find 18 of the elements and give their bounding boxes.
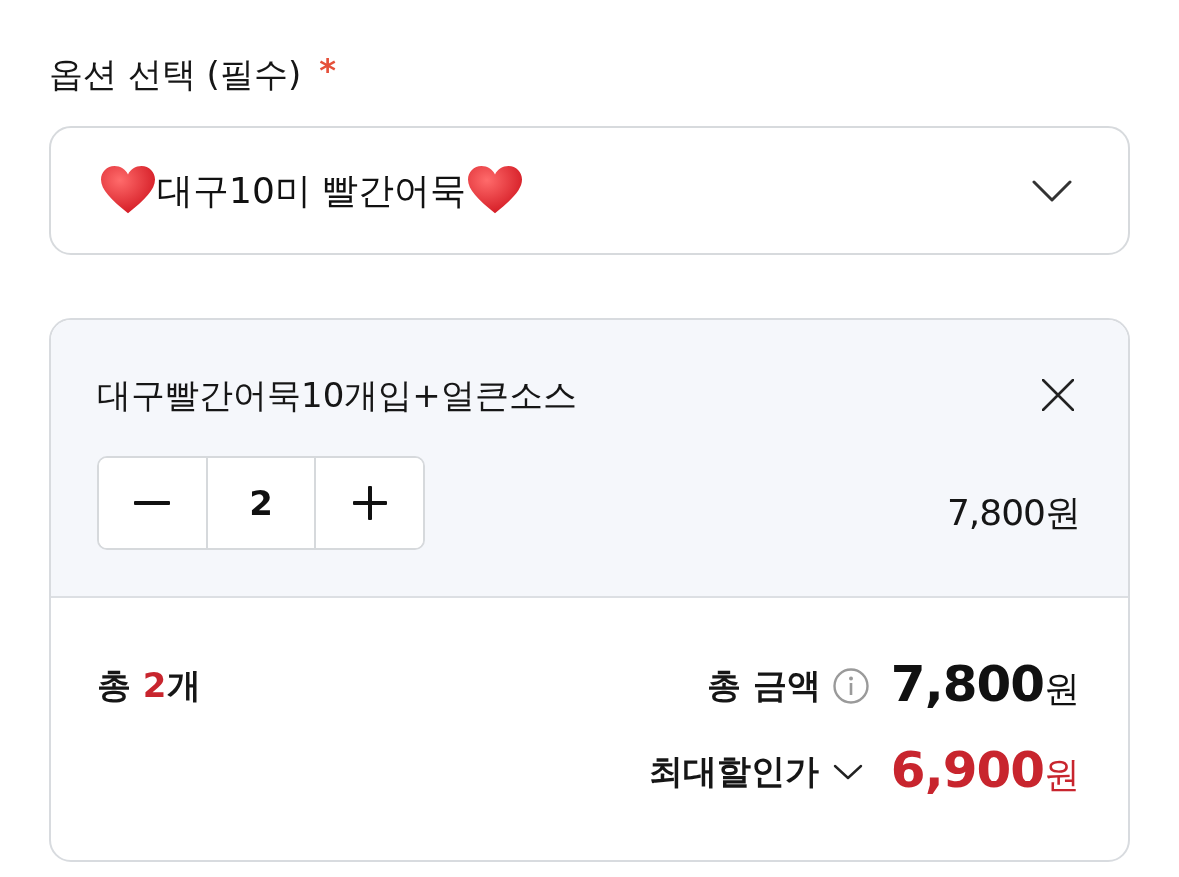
discount-toggle[interactable]: 최대할인가 [648, 749, 863, 795]
item-price: 7,800원 [946, 491, 1080, 535]
heart-icon [468, 166, 523, 215]
field-label: 옵션 선택 (필수) [49, 53, 302, 96]
selected-option-text: 대구10미 빨간어묵 [157, 168, 467, 213]
minus-icon [134, 501, 171, 505]
total-label: 총 금액 [707, 664, 821, 707]
info-icon[interactable] [832, 668, 869, 704]
plus-icon [352, 486, 387, 520]
total-amount: 7,800원 [890, 653, 1080, 715]
option-dropdown[interactable]: 대구10미 빨간어묵 [49, 126, 1130, 255]
total-count: 총 2개 [97, 664, 201, 707]
discount-amount: 6,900원 [890, 739, 1080, 801]
required-mark: * [319, 50, 336, 90]
heart-icon [101, 166, 155, 215]
close-icon [1042, 379, 1074, 411]
close-button[interactable] [1042, 379, 1074, 411]
item-name: 대구빨간어묵10개입+얼큰소스 [97, 374, 577, 417]
